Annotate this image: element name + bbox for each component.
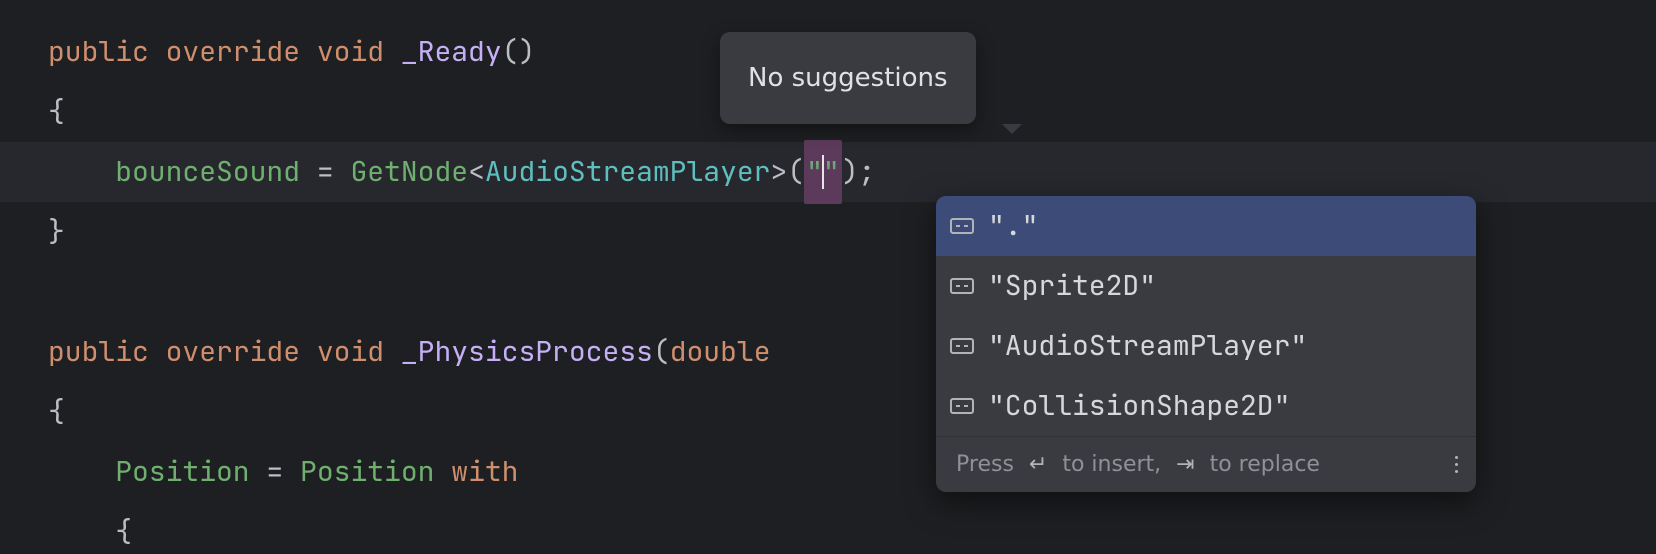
keyword: void [317, 322, 384, 382]
footer-hint: Press ↵ to insert, ⇥ to replace [956, 435, 1320, 493]
footer-insert-label: to insert, [1062, 435, 1161, 493]
keyword: override [166, 322, 300, 382]
completion-item-label: "Sprite2D" [988, 256, 1156, 316]
string-quote-open: " [806, 153, 823, 190]
operator: = [266, 442, 283, 502]
code-line-current[interactable]: bounceSound = GetNode<AudioStreamPlayer>… [0, 142, 1656, 202]
identifier: Position [115, 442, 249, 502]
completion-item[interactable]: "CollisionShape2D" [936, 376, 1476, 436]
tooltip-text: No suggestions [748, 63, 948, 93]
completion-footer: Press ↵ to insert, ⇥ to replace [936, 436, 1476, 492]
angle-bracket: < [468, 142, 485, 202]
open-paren: ( [787, 142, 804, 202]
angle-bracket: > [770, 142, 787, 202]
identifier: Position [300, 442, 434, 502]
code-line: { [0, 502, 1656, 554]
completion-item[interactable]: "AudioStreamPlayer" [936, 316, 1476, 376]
more-options-icon[interactable] [1455, 456, 1458, 473]
completion-popup[interactable]: "." "Sprite2D" "AudioStreamPlayer" "Coll… [936, 196, 1476, 492]
enter-key-icon: ↵ [1029, 435, 1047, 493]
keyword: void [317, 22, 384, 82]
completion-item-icon [950, 277, 974, 295]
completion-item-icon [950, 217, 974, 235]
method-name: _Ready [401, 22, 502, 82]
completion-item[interactable]: "Sprite2D" [936, 256, 1476, 316]
tab-key-icon: ⇥ [1176, 435, 1194, 493]
completion-item-icon [950, 337, 974, 355]
keyword: with [451, 442, 518, 502]
no-suggestions-tooltip: No suggestions [720, 32, 976, 124]
keyword: override [166, 22, 300, 82]
parentheses: () [502, 22, 536, 82]
keyword: public [48, 22, 149, 82]
footer-replace-label: to replace [1210, 435, 1320, 493]
brace: } [48, 202, 65, 262]
completion-item-icon [950, 397, 974, 415]
completion-item-label: "CollisionShape2D" [988, 376, 1290, 436]
operator: = [317, 142, 334, 202]
completion-item[interactable]: "." [936, 196, 1476, 256]
keyword: public [48, 322, 149, 382]
footer-press-label: Press [956, 435, 1014, 493]
type-name: AudioStreamPlayer [485, 142, 771, 202]
completion-item-label: "AudioStreamPlayer" [988, 316, 1307, 376]
code-editor[interactable]: public override void _Ready() { bounceSo… [0, 0, 1656, 554]
text-caret [822, 155, 824, 189]
cursor-position[interactable]: "" [804, 140, 842, 204]
method-call: GetNode [350, 142, 468, 202]
brace: { [115, 502, 132, 554]
method-name: _PhysicsProcess [401, 322, 653, 382]
open-paren: ( [653, 322, 670, 382]
brace: { [48, 82, 65, 142]
identifier: bounceSound [115, 142, 300, 202]
type-keyword: double [670, 322, 771, 382]
brace: { [48, 382, 65, 442]
completion-item-label: "." [988, 196, 1038, 256]
string-quote-close: " [823, 153, 840, 190]
close-paren-semi: ); [842, 142, 876, 202]
